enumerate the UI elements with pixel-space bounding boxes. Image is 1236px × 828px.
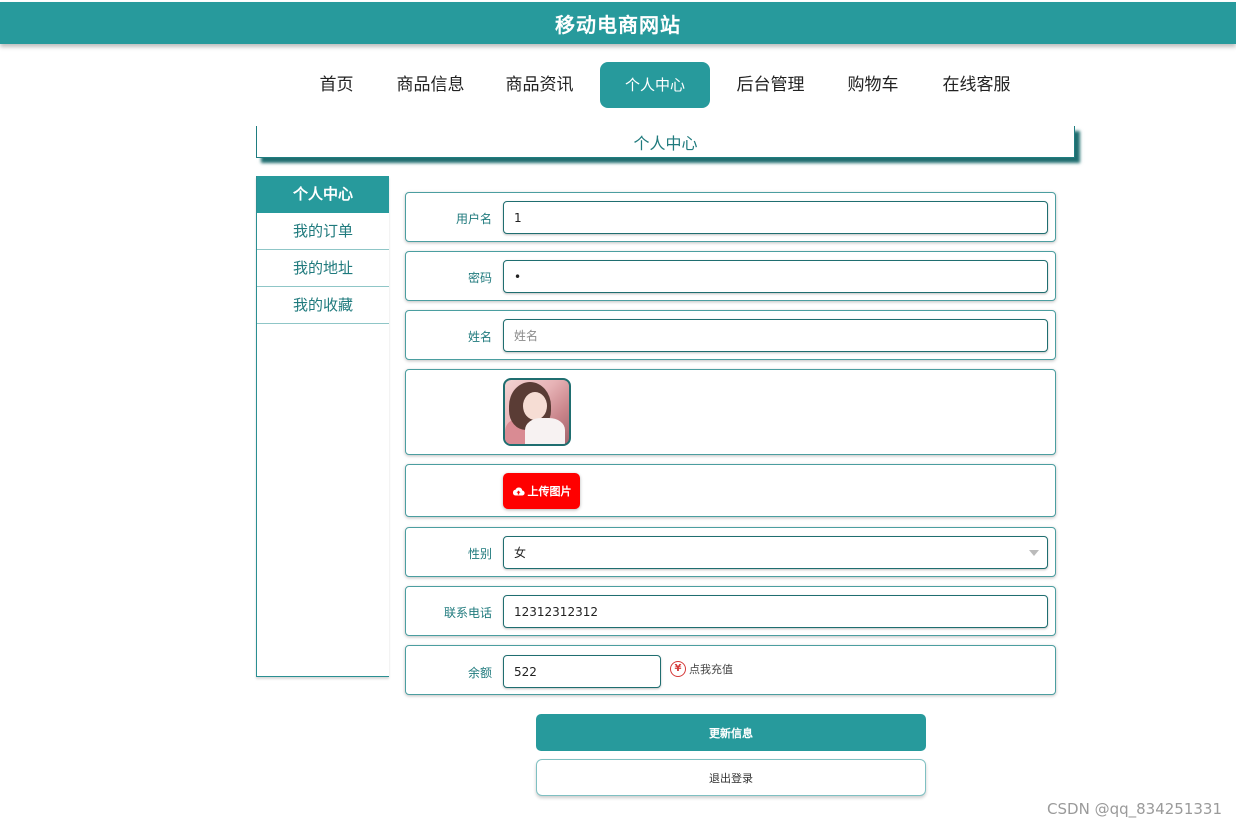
password-row: 密码 •	[405, 251, 1056, 301]
recharge-label: 点我充值	[689, 663, 733, 676]
recharge-link[interactable]: ¥ 点我充值	[670, 661, 733, 677]
name-input[interactable]: 姓名	[503, 319, 1048, 352]
avatar-image	[503, 378, 571, 446]
balance-row: 余额 522 ¥ 点我充值	[405, 645, 1056, 695]
page-title: 个人中心	[633, 133, 698, 153]
main-nav: 首页 商品信息 商品资讯 个人中心 后台管理 购物车 在线客服	[0, 62, 1236, 108]
nav-item-cart[interactable]: 购物车	[843, 62, 903, 108]
gender-select[interactable]: 女	[503, 536, 1048, 569]
upload-image-button[interactable]: 上传图片	[503, 473, 580, 509]
phone-input[interactable]: 12312312312	[503, 595, 1048, 628]
nav-item-news[interactable]: 商品资讯	[502, 62, 577, 108]
sidebar-item-profile[interactable]: 个人中心	[257, 176, 389, 213]
cloud-upload-icon	[512, 486, 525, 496]
upload-label: 上传图片	[527, 485, 572, 498]
nav-item-profile[interactable]: 个人中心	[600, 62, 710, 108]
gender-row: 性别 女	[405, 527, 1056, 577]
sidebar-item-addresses[interactable]: 我的地址	[257, 250, 389, 287]
avatar-row	[405, 369, 1056, 455]
logout-button[interactable]: 退出登录	[536, 759, 926, 796]
name-label: 姓名	[467, 330, 492, 344]
balance-label: 余额	[467, 666, 492, 680]
yen-icon: ¥	[670, 661, 686, 677]
site-title: 移动电商网站	[555, 12, 681, 37]
password-input[interactable]: •	[503, 260, 1048, 293]
phone-row: 联系电话 12312312312	[405, 586, 1056, 636]
balance-input[interactable]: 522	[503, 655, 661, 688]
site-header: 移动电商网站	[0, 2, 1236, 44]
name-row: 姓名 姓名	[405, 310, 1056, 360]
sidebar-item-favorites[interactable]: 我的收藏	[257, 287, 389, 324]
gender-value: 女	[514, 546, 527, 560]
username-label: 用户名	[455, 212, 492, 226]
sidebar-item-orders[interactable]: 我的订单	[257, 213, 389, 250]
update-info-button[interactable]: 更新信息	[536, 714, 926, 751]
nav-item-products[interactable]: 商品信息	[393, 62, 468, 108]
upload-row: 上传图片	[405, 464, 1056, 517]
nav-item-admin[interactable]: 后台管理	[733, 62, 808, 108]
nav-item-support[interactable]: 在线客服	[939, 62, 1014, 108]
nav-item-home[interactable]: 首页	[314, 62, 359, 108]
password-label: 密码	[467, 271, 492, 285]
watermark: CSDN @qq_834251331	[1047, 800, 1222, 818]
chevron-down-icon	[1029, 550, 1039, 556]
sidebar: 个人中心 我的订单 我的地址 我的收藏	[256, 176, 389, 677]
username-input[interactable]: 1	[503, 201, 1048, 234]
username-row: 用户名 1	[405, 192, 1056, 242]
phone-label: 联系电话	[443, 606, 492, 620]
page-banner: 个人中心	[256, 126, 1075, 158]
gender-label: 性别	[467, 547, 492, 561]
